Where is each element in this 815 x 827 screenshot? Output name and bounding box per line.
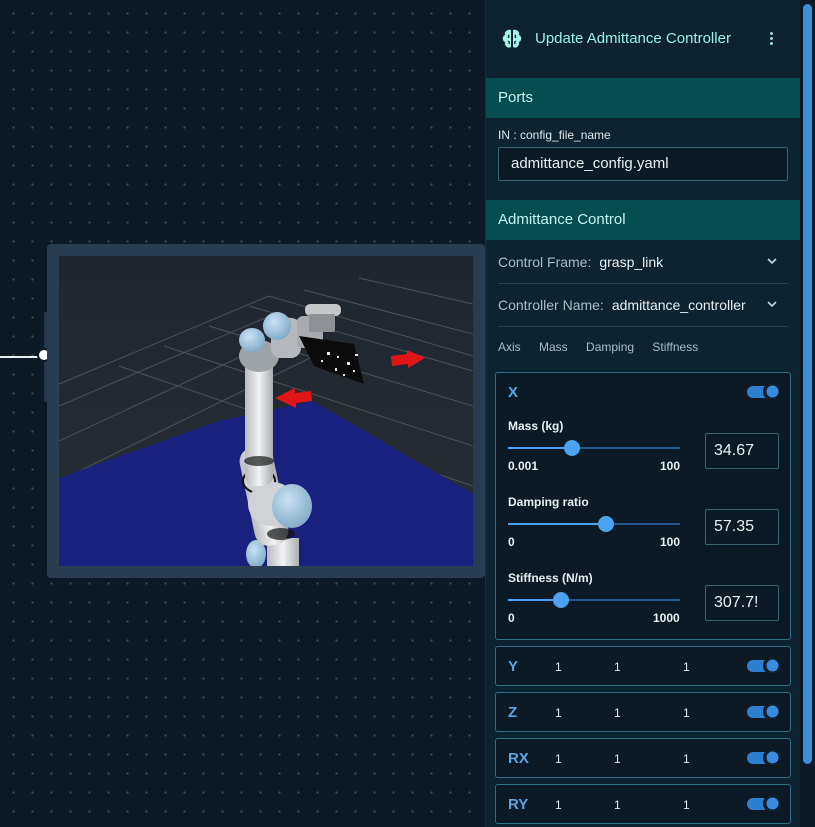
- axis-x-toggle[interactable]: [747, 382, 783, 402]
- axis-y-mass: 1: [555, 660, 562, 674]
- axis-ry-stiffness: 1: [683, 798, 690, 812]
- robot-preview-popup: [47, 244, 493, 578]
- ports-section-header[interactable]: Ports: [486, 78, 801, 118]
- axis-z-label: Z: [508, 704, 518, 721]
- admittance-section-header[interactable]: Admittance Control: [486, 200, 801, 240]
- axis-ry-mass: 1: [555, 798, 562, 812]
- panel-title: Update Admittance Controller: [535, 30, 731, 47]
- col-mass: Mass: [539, 340, 568, 354]
- mass-max: 100: [660, 459, 681, 473]
- axis-rx-label: RX: [508, 750, 529, 767]
- axis-y-damping: 1: [614, 660, 621, 674]
- axis-z-damping: 1: [614, 706, 621, 720]
- chevron-down-icon: [767, 301, 777, 308]
- damping-min: 0: [508, 535, 515, 549]
- mass-label: Mass (kg): [508, 419, 564, 433]
- mass-input[interactable]: 34.67: [705, 433, 779, 469]
- controller-name-select[interactable]: Controller Name: admittance_controller: [498, 284, 788, 327]
- stiffness-max: 1000: [653, 611, 680, 625]
- stiffness-slider[interactable]: [508, 592, 680, 608]
- axis-z-toggle[interactable]: [747, 702, 783, 722]
- axis-ry-card[interactable]: RY 1 1 1: [495, 784, 791, 824]
- axis-rx-toggle[interactable]: [747, 748, 783, 768]
- tool-mount: [309, 314, 335, 332]
- axis-x-card[interactable]: X Mass (kg) 0.001 100 34.67 Damping rati…: [495, 372, 791, 640]
- elbow-joint: [272, 484, 312, 528]
- stiffness-min: 0: [508, 611, 515, 625]
- axis-y-label: Y: [508, 658, 519, 675]
- axis-y-toggle[interactable]: [747, 656, 783, 676]
- axis-x-label: X: [508, 384, 519, 401]
- chevron-down-icon: [767, 258, 777, 265]
- col-axis: Axis: [498, 340, 521, 354]
- config-file-name-input[interactable]: admittance_config.yaml: [498, 147, 788, 181]
- stiffness-input[interactable]: 307.7!: [705, 585, 779, 621]
- axis-ry-damping: 1: [614, 798, 621, 812]
- axis-z-mass: 1: [555, 706, 562, 720]
- mass-min: 0.001: [508, 459, 539, 473]
- config-file-name-label: IN : config_file_name: [498, 128, 611, 142]
- brain-icon: [502, 29, 522, 48]
- damping-max: 100: [660, 535, 681, 549]
- damping-slider[interactable]: [508, 516, 680, 532]
- axis-z-stiffness: 1: [683, 706, 690, 720]
- col-stiffness: Stiffness: [652, 340, 699, 354]
- axis-y-card[interactable]: Y 1 1 1: [495, 646, 791, 686]
- axis-rx-damping: 1: [614, 752, 621, 766]
- shoulder-joint: [239, 328, 265, 352]
- scrollbar-thumb[interactable]: [803, 4, 812, 764]
- damping-label: Damping ratio: [508, 495, 589, 509]
- axis-z-card[interactable]: Z 1 1 1: [495, 692, 791, 732]
- axis-rx-card[interactable]: RX 1 1 1: [495, 738, 791, 778]
- mass-slider[interactable]: [508, 440, 680, 456]
- axis-ry-toggle[interactable]: [747, 794, 783, 814]
- control-frame-select[interactable]: Control Frame: grasp_link: [498, 241, 788, 284]
- wrist-joint: [263, 312, 291, 340]
- more-vertical-icon[interactable]: [764, 30, 778, 48]
- control-frame-label: Control Frame:: [498, 254, 592, 270]
- stiffness-label: Stiffness (N/m): [508, 571, 593, 585]
- joint-ring: [267, 528, 295, 540]
- upper-ring: [244, 456, 274, 466]
- control-frame-value: grasp_link: [599, 254, 664, 270]
- axis-rx-stiffness: 1: [683, 752, 690, 766]
- axis-rx-mass: 1: [555, 752, 562, 766]
- axis-ry-label: RY: [508, 796, 529, 813]
- controller-name-label: Controller Name:: [498, 297, 604, 313]
- robot-3d-viewport[interactable]: [59, 256, 473, 566]
- axis-column-headers: Axis Mass Damping Stiffness: [498, 340, 713, 354]
- axis-y-stiffness: 1: [683, 660, 690, 674]
- damping-input[interactable]: 57.35: [705, 509, 779, 545]
- robot-scene: [59, 256, 473, 566]
- col-damping: Damping: [586, 340, 635, 354]
- properties-panel: Update Admittance Controller Ports IN : …: [485, 0, 801, 827]
- controller-name-value: admittance_controller: [611, 297, 746, 313]
- panel-header: Update Admittance Controller: [486, 0, 801, 78]
